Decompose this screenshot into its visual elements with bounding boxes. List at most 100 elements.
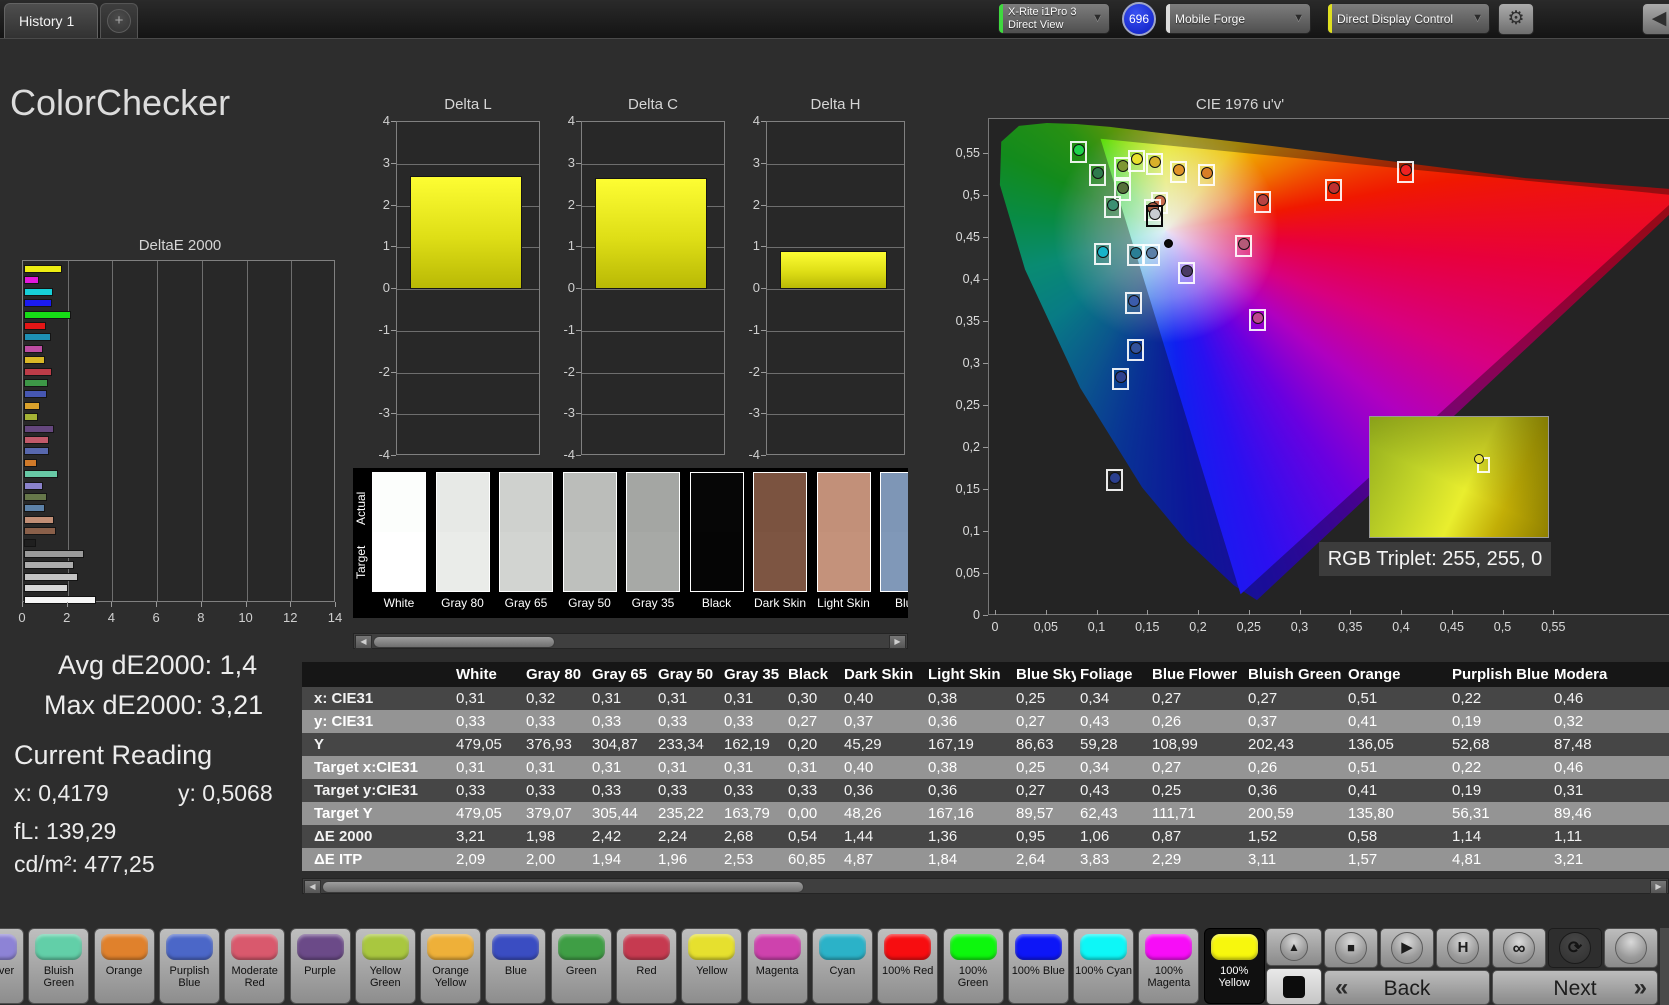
patch-button-yellow-green[interactable]: Yellow Green bbox=[354, 928, 416, 1004]
settings-button[interactable]: ⚙ bbox=[1498, 3, 1534, 35]
pattern-window-button[interactable] bbox=[1266, 968, 1322, 1005]
cie-chart-title: CIE 1976 u'v' bbox=[1195, 96, 1285, 113]
patch-button-100-cyan[interactable]: 100% Cyan bbox=[1073, 928, 1135, 1004]
display-control-dropdown[interactable]: Direct Display Control ▼ bbox=[1327, 3, 1490, 34]
pattern-up-button[interactable]: ▲ bbox=[1266, 928, 1322, 966]
cell: 1,14 bbox=[1452, 828, 1482, 845]
tab-history[interactable]: History 1 bbox=[4, 3, 98, 38]
cell: 0,31 bbox=[658, 690, 688, 707]
collapse-panel-button[interactable]: ◀ bbox=[1642, 3, 1669, 35]
add-tab-button[interactable]: + bbox=[100, 3, 138, 38]
cell: 167,16 bbox=[928, 805, 974, 822]
gridline bbox=[767, 247, 904, 249]
cell: 202,43 bbox=[1248, 736, 1294, 753]
scroll-left-icon[interactable]: ◀ bbox=[304, 880, 321, 894]
cell: 0,40 bbox=[844, 690, 874, 707]
patch-button-100-green[interactable]: 100% Green bbox=[942, 928, 1004, 1004]
column-header: White bbox=[456, 666, 497, 683]
tick bbox=[576, 121, 581, 122]
patch-button-moderate-red[interactable]: Moderate Red bbox=[224, 928, 286, 1004]
cell: 135,80 bbox=[1348, 805, 1394, 822]
table-scrollbar[interactable]: ◀ ▶ bbox=[302, 878, 1669, 894]
patch-button-orange[interactable]: Orange bbox=[93, 928, 155, 1004]
cie-measured-point bbox=[1130, 342, 1142, 354]
swatch-target bbox=[500, 532, 552, 591]
cell: 0,33 bbox=[724, 782, 754, 799]
patch-label: ver bbox=[0, 965, 15, 977]
patch-button-100-blue[interactable]: 100% Blue bbox=[1007, 928, 1069, 1004]
cell: 0,31 bbox=[592, 759, 622, 776]
arrow-up-icon: ▲ bbox=[1288, 940, 1300, 954]
scroll-left-icon[interactable]: ◀ bbox=[355, 635, 372, 649]
scroll-right-icon[interactable]: ▶ bbox=[889, 635, 906, 649]
patch-button-purplish-blue[interactable]: Purplish Blue bbox=[158, 928, 220, 1004]
patch-button-yellow[interactable]: Yellow bbox=[681, 928, 743, 1004]
indicator-button[interactable] bbox=[1604, 928, 1658, 968]
patch-button-100-yellow[interactable]: 100% Yellow bbox=[1203, 928, 1265, 1004]
tick bbox=[761, 204, 766, 206]
stop-button[interactable]: ■ bbox=[1324, 928, 1378, 968]
infinity-icon: ∞ bbox=[1512, 938, 1526, 958]
patch-button-cyan[interactable]: Cyan bbox=[811, 928, 873, 1004]
patch-button-red[interactable]: Red bbox=[616, 928, 677, 1004]
patch-button-orange-yellow[interactable]: Orange Yellow bbox=[420, 928, 482, 1004]
strip-scrollbar[interactable]: ◀ ▶ bbox=[353, 633, 908, 649]
pattern-size-button[interactable]: H bbox=[1436, 928, 1490, 968]
patch-label: Purplish Blue bbox=[169, 965, 210, 989]
patch-button-purple[interactable]: Purple bbox=[289, 928, 351, 1004]
patch-button-green[interactable]: Green bbox=[550, 928, 612, 1004]
cell: 2,24 bbox=[658, 828, 688, 845]
tick bbox=[983, 195, 988, 196]
de-bar-orange-yellow bbox=[24, 401, 41, 410]
swatch-target bbox=[817, 532, 870, 591]
swatch-target bbox=[881, 532, 908, 591]
delta-y-tick: 4 bbox=[752, 113, 760, 128]
delta-bar bbox=[410, 176, 522, 289]
de-bar-100-magenta bbox=[24, 276, 39, 285]
cell: 0,33 bbox=[658, 713, 688, 730]
column-header: Gray 50 bbox=[658, 666, 714, 683]
cell: 0,27 bbox=[788, 713, 818, 730]
cell: 233,34 bbox=[658, 736, 704, 753]
scrollbar-thumb[interactable] bbox=[373, 636, 555, 648]
patch-button-100-magenta[interactable]: 100% Magenta bbox=[1138, 928, 1200, 1004]
back-button[interactable]: « Back bbox=[1324, 970, 1490, 1005]
tick bbox=[983, 447, 988, 448]
de2000-chart bbox=[22, 260, 335, 604]
swatch-label: White bbox=[383, 596, 415, 610]
cell: 0,36 bbox=[844, 782, 874, 799]
cell: 0,87 bbox=[1152, 828, 1182, 845]
tick bbox=[391, 246, 396, 248]
cell: 376,93 bbox=[526, 736, 572, 753]
patch-swatch bbox=[35, 934, 83, 960]
patch-label: Orange bbox=[105, 965, 143, 977]
cell: 0,27 bbox=[1248, 690, 1278, 707]
patch-button-ver[interactable]: ver bbox=[0, 928, 24, 1004]
back-label: Back bbox=[1383, 977, 1431, 1000]
delta-y-tick: -2 bbox=[748, 363, 760, 379]
patch-label: 100% Cyan bbox=[1075, 965, 1133, 977]
patch-button-bluish-green[interactable]: Bluish Green bbox=[28, 928, 90, 1004]
max-de2000-value: Max dE2000: 3,21 bbox=[44, 690, 264, 720]
patch-button-blue[interactable]: Blue bbox=[485, 928, 547, 1004]
patch-button-100-red[interactable]: 100% Red bbox=[877, 928, 939, 1004]
scrollbar-thumb[interactable] bbox=[322, 881, 804, 893]
patch-button-magenta[interactable]: Magenta bbox=[746, 928, 808, 1004]
refresh-button[interactable]: ⟳ bbox=[1548, 928, 1602, 968]
swatch-actual bbox=[627, 473, 679, 532]
workflow-dropdown[interactable]: Mobile Forge ▼ bbox=[1165, 3, 1311, 34]
cie-y-tick: 0,1 bbox=[962, 524, 980, 538]
meter-dropdown[interactable]: X-Rite i1Pro 3 Direct View ▼ bbox=[998, 3, 1110, 34]
swatch-actual bbox=[817, 473, 870, 532]
cell: 1,06 bbox=[1080, 828, 1110, 845]
next-button[interactable]: Next » bbox=[1492, 970, 1658, 1005]
swatch-dark-skin bbox=[753, 472, 807, 592]
loop-button[interactable]: ∞ bbox=[1492, 928, 1546, 968]
reading-count-badge[interactable]: 696 bbox=[1122, 2, 1156, 36]
display-control-name: Direct Display Control bbox=[1337, 12, 1454, 26]
play-button[interactable]: ▶ bbox=[1380, 928, 1434, 968]
scroll-right-icon[interactable]: ▶ bbox=[1650, 880, 1667, 894]
tick bbox=[983, 531, 988, 532]
cell: 0,31 bbox=[658, 759, 688, 776]
tick bbox=[1147, 610, 1149, 615]
